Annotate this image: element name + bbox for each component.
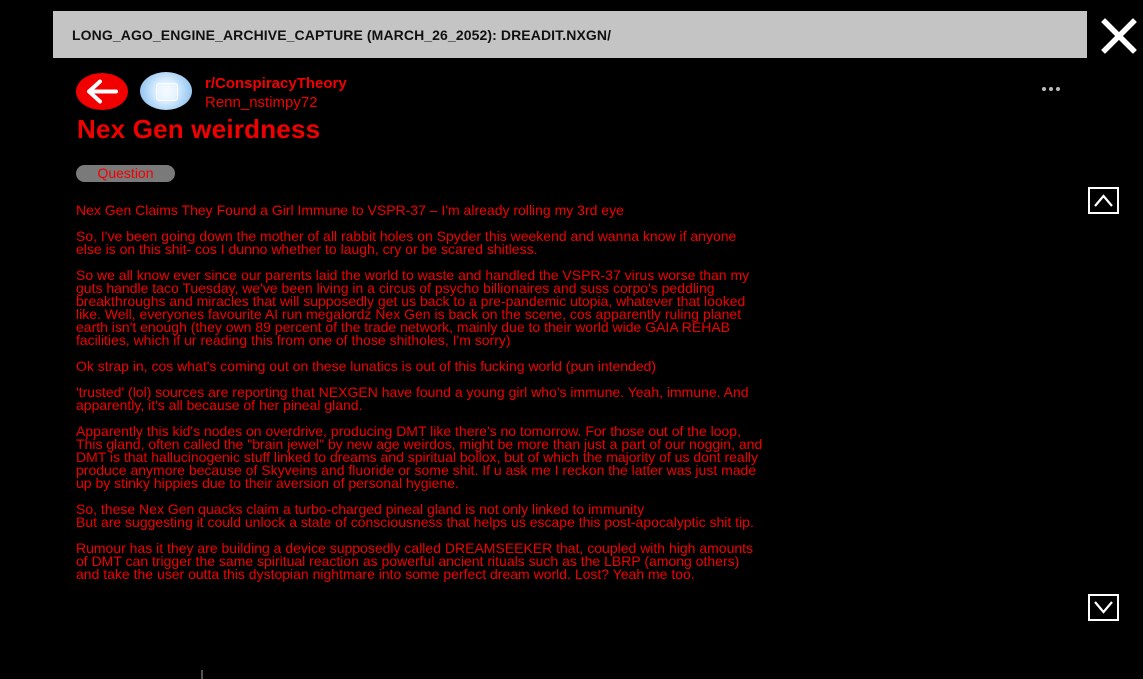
author-link[interactable]: Renn_nstimpy72 — [205, 94, 318, 111]
post-line: else is on this shit- cos I dunno whethe… — [76, 241, 538, 257]
close-icon — [1101, 18, 1137, 54]
scroll-up-button[interactable] — [1088, 187, 1119, 214]
post-panel: r/ConspiracyTheory Renn_nstimpy72 Nex Ge… — [53, 58, 1087, 679]
post-title: Nex Gen weirdness — [77, 114, 321, 144]
post-line: But are suggesting it could unlock a sta… — [76, 514, 754, 530]
post-line: facilities, which if ur reading this fro… — [76, 332, 511, 348]
post-paragraph: Apparently this kid's nodes on overdrive… — [76, 424, 1021, 491]
more-horizontal-icon — [1042, 87, 1060, 91]
more-options-button[interactable] — [1038, 82, 1064, 96]
chevron-up-icon — [1094, 194, 1113, 207]
scroll-down-button[interactable] — [1088, 594, 1119, 621]
arrow-left-icon — [87, 79, 118, 104]
post-paragraph: So, these Nex Gen quacks claim a turbo-c… — [76, 502, 1021, 530]
post-paragraph: So, I've been going down the mother of a… — [76, 229, 1021, 257]
back-button[interactable] — [76, 73, 128, 110]
post-paragraph: 'trusted' (lol) sources are reporting th… — [76, 385, 1021, 413]
post-line: Ok strap in, cos what's coming out on th… — [76, 358, 657, 374]
archive-title: LONG_AGO_ENGINE_ARCHIVE_CAPTURE (MARCH_2… — [72, 27, 612, 43]
post-paragraph: Nex Gen Claims They Found a Girl Immune … — [76, 202, 1021, 218]
chevron-down-icon — [1094, 601, 1113, 614]
avatar[interactable] — [140, 72, 192, 110]
post-paragraph: Rumour has it they are building a device… — [76, 541, 1021, 582]
post-body: Nex Gen Claims They Found a Girl Immune … — [76, 202, 1021, 594]
post-line: and take the user outta this dystopian n… — [76, 566, 695, 582]
divider — [201, 670, 203, 679]
post-line: Nex Gen Claims They Found a Girl Immune … — [76, 202, 624, 218]
subreddit-link[interactable]: r/ConspiracyTheory — [205, 75, 347, 92]
post-paragraph: So we all know ever since our parents la… — [76, 268, 1021, 348]
post-paragraph: Ok strap in, cos what's coming out on th… — [76, 358, 1021, 374]
close-button[interactable] — [1100, 17, 1138, 55]
flair-badge[interactable]: Question — [76, 165, 175, 182]
post-line: apparently, it's all because of her pine… — [76, 397, 363, 413]
avatar-emblem — [156, 83, 178, 101]
post-line: up by stinky hippies due to their aversi… — [76, 475, 459, 491]
archive-title-bar: LONG_AGO_ENGINE_ARCHIVE_CAPTURE (MARCH_2… — [53, 11, 1087, 58]
